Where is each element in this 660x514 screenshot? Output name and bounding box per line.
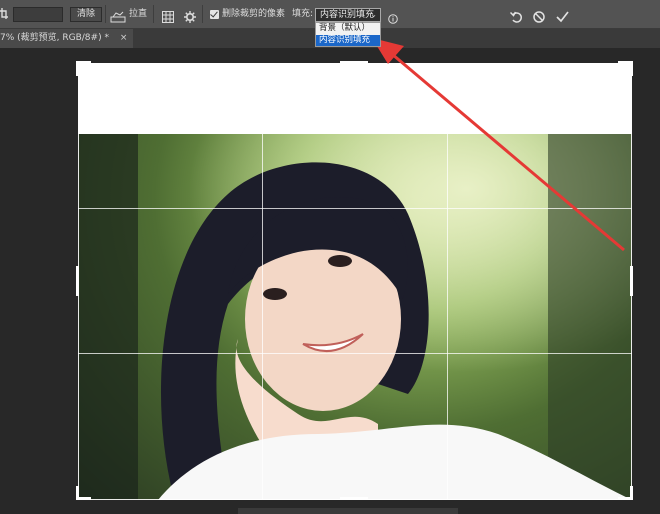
crop-tool-icon[interactable] [0, 7, 8, 21]
crop-handle-bottom-left[interactable] [76, 486, 79, 500]
crop-handle-top-right[interactable] [630, 61, 633, 76]
close-icon[interactable]: × [120, 33, 128, 43]
document-tab[interactable]: 7% (裁剪预览, RGB/8#) * × [0, 29, 134, 48]
fill-option-background[interactable]: 背景（默认） [316, 23, 380, 35]
chevron-down-icon: ⌄ [370, 10, 377, 19]
document-tab-title: 7% (裁剪预览, RGB/8#) * [0, 33, 109, 43]
ratio-input[interactable] [13, 7, 63, 22]
crop-handle-left[interactable] [76, 266, 79, 296]
separator [153, 5, 154, 23]
crop-handle-top-left[interactable] [76, 61, 79, 76]
separator [105, 5, 106, 23]
delete-cropped-label[interactable]: 删除裁剪的像素 [222, 8, 285, 20]
fill-label: 填充: [292, 9, 314, 19]
fill-dropdown-value: 内容识别填充 [320, 10, 375, 20]
crop-handle-bottom[interactable] [340, 497, 368, 500]
checkmark-icon[interactable] [556, 8, 569, 23]
delete-cropped-checkbox[interactable] [210, 10, 219, 19]
fill-option-content-aware[interactable]: 内容识别填充 [316, 34, 380, 46]
clear-button[interactable]: 清除 [70, 7, 102, 22]
annotation-arrow [372, 38, 625, 252]
gear-icon[interactable] [184, 8, 196, 23]
info-icon[interactable] [388, 9, 398, 24]
cancel-icon[interactable] [533, 8, 545, 23]
crop-handle-bottom-right[interactable] [630, 486, 633, 500]
separator [202, 5, 203, 23]
grid-overlay-icon[interactable] [162, 8, 174, 23]
crop-handle-right[interactable] [630, 266, 633, 296]
canvas-bottom-scrollbar[interactable] [238, 508, 458, 514]
straighten-label[interactable]: 拉直 [129, 8, 147, 20]
reset-icon[interactable] [509, 8, 523, 23]
straighten-icon[interactable] [110, 8, 126, 23]
fill-dropdown-menu: 背景（默认） 内容识别填充 [315, 22, 381, 47]
fill-dropdown[interactable]: 内容识别填充 ⌄ [315, 8, 381, 22]
